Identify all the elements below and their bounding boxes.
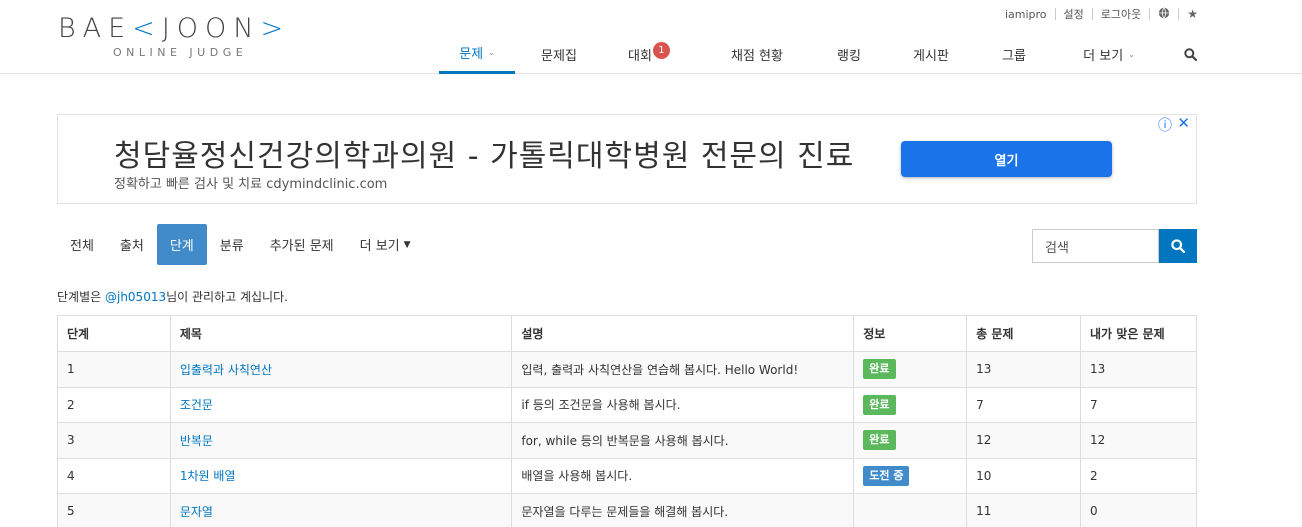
ad-title[interactable]: 청담율정신건강의학과의원 - 가톨릭대학병원 전문의 진료 bbox=[114, 131, 854, 175]
step-description: for, while 등의 반복문을 사용해 봅시다. bbox=[511, 422, 855, 459]
column-header: 정보 bbox=[853, 315, 968, 352]
step-title-link[interactable]: 입출력과 사칙연산 bbox=[180, 363, 272, 377]
ad-subtitle[interactable]: 정확하고 빠른 검사 및 치료 cdymindclinic.com bbox=[114, 173, 387, 192]
table-header-row: 단계 제목 설명 정보 총 문제 내가 맞은 문제 bbox=[57, 315, 1197, 352]
solved-count: 7 bbox=[1080, 386, 1197, 423]
ad-close-icon[interactable]: ✕ bbox=[1177, 114, 1190, 132]
nav-item-ranking[interactable]: 랭킹 bbox=[819, 34, 879, 74]
divider bbox=[1149, 8, 1151, 20]
problem-subnav: 전체 출처 단계 분류 추가된 문제 더 보기 ▼ bbox=[57, 224, 424, 265]
status-badge: 완료 bbox=[863, 359, 896, 380]
step-description: 문자열을 다루는 문제들을 해결해 봅시다. bbox=[511, 493, 855, 527]
nav-item-more[interactable]: 더 보기 ⌄ bbox=[1045, 34, 1173, 74]
caret-down-icon: ▼ bbox=[403, 239, 411, 250]
nav-item-status[interactable]: 채점 현황 bbox=[695, 34, 819, 74]
search-icon bbox=[1171, 239, 1185, 253]
contest-count-badge: 1 bbox=[652, 41, 670, 59]
problem-search-button[interactable] bbox=[1159, 229, 1197, 263]
tab-category[interactable]: 분류 bbox=[207, 224, 257, 265]
settings-link[interactable]: 설정 bbox=[1064, 6, 1084, 22]
divider bbox=[1091, 8, 1093, 20]
solved-count: 2 bbox=[1080, 457, 1197, 494]
logo-subtitle: ONLINE JUDGE bbox=[113, 46, 248, 59]
step-title-link[interactable]: 문자열 bbox=[180, 505, 213, 519]
nav-item-contests[interactable]: 대회 1 bbox=[603, 34, 695, 74]
nav-item-groups[interactable]: 그룹 bbox=[983, 34, 1045, 74]
divider bbox=[1054, 8, 1056, 20]
step-number: 1 bbox=[57, 351, 171, 388]
chevron-down-icon: ⌄ bbox=[488, 48, 495, 57]
username-link[interactable]: iamipro bbox=[1005, 8, 1047, 21]
column-header: 단계 bbox=[57, 315, 171, 352]
logout-link[interactable]: 로그아웃 bbox=[1101, 6, 1141, 22]
star-icon[interactable]: ★ bbox=[1187, 7, 1198, 21]
manager-notice: 단계별은 @jh05013님이 관리하고 계십니다. bbox=[57, 290, 288, 304]
column-header: 내가 맞은 문제 bbox=[1080, 315, 1197, 352]
table-row: 5 문자열 문자열을 다루는 문제들을 해결해 봅시다. 11 0 bbox=[57, 493, 1197, 527]
table-row: 1 입출력과 사칙연산 입력, 출력과 사칙연산을 연습해 봅시다. Hello… bbox=[57, 351, 1197, 388]
chevron-down-icon: ⌄ bbox=[1128, 49, 1135, 59]
status-badge: 완료 bbox=[863, 394, 896, 415]
search-icon bbox=[1183, 47, 1197, 61]
step-title-link[interactable]: 조건문 bbox=[180, 398, 213, 412]
step-number: 3 bbox=[57, 422, 171, 459]
tab-added-problems[interactable]: 추가된 문제 bbox=[257, 224, 347, 265]
total-count: 11 bbox=[966, 493, 1082, 527]
tab-all[interactable]: 전체 bbox=[57, 224, 107, 265]
status-cell bbox=[853, 493, 968, 527]
globe-icon[interactable] bbox=[1158, 7, 1170, 22]
tab-step[interactable]: 단계 bbox=[156, 224, 207, 265]
divider bbox=[1178, 8, 1180, 20]
table-row: 4 1차원 배열 배열을 사용해 봅시다. 도전 중 10 2 bbox=[57, 457, 1197, 494]
total-count: 12 bbox=[966, 422, 1082, 459]
column-header: 제목 bbox=[169, 315, 513, 352]
step-number: 4 bbox=[57, 457, 171, 494]
solved-count: 0 bbox=[1080, 493, 1197, 527]
ad-open-button[interactable]: 열기 bbox=[901, 141, 1112, 177]
tab-source[interactable]: 출처 bbox=[107, 224, 157, 265]
table-row: 2 조건문 if 등의 조건문을 사용해 봅시다. 완료 7 7 bbox=[57, 386, 1197, 423]
nav-item-workbooks[interactable]: 문제집 bbox=[515, 34, 603, 74]
step-description: 입력, 출력과 사칙연산을 연습해 봅시다. Hello World! bbox=[511, 351, 855, 388]
step-title-link[interactable]: 반복문 bbox=[180, 434, 213, 448]
total-count: 7 bbox=[966, 386, 1082, 423]
step-table: 단계 제목 설명 정보 총 문제 내가 맞은 문제 1 입출력과 사칙연산 입력… bbox=[57, 315, 1197, 527]
step-title-link[interactable]: 1차원 배열 bbox=[180, 469, 236, 483]
step-number: 5 bbox=[57, 493, 171, 527]
solved-count: 12 bbox=[1080, 422, 1197, 459]
manager-user-link[interactable]: @jh05013 bbox=[105, 290, 166, 304]
ad-info-icon[interactable]: ⓘ bbox=[1158, 115, 1172, 135]
tab-more[interactable]: 더 보기 ▼ bbox=[347, 224, 424, 265]
site-logo[interactable]: BAE<JOON> ONLINE JUDGE bbox=[58, 14, 308, 62]
main-nav: 문제 ⌄ 문제집 대회 1 채점 현황 랭킹 게시판 그룹 더 보기 ⌄ bbox=[439, 34, 1207, 74]
user-topbar: iamipro 설정 로그아웃 ★ bbox=[1005, 6, 1198, 22]
total-count: 13 bbox=[966, 351, 1082, 388]
nav-item-problems[interactable]: 문제 ⌄ bbox=[439, 34, 515, 74]
step-description: if 등의 조건문을 사용해 봅시다. bbox=[511, 386, 855, 423]
status-badge: 도전 중 bbox=[863, 465, 910, 486]
nav-item-board[interactable]: 게시판 bbox=[879, 34, 983, 74]
solved-count: 13 bbox=[1080, 351, 1197, 388]
table-row: 3 반복문 for, while 등의 반복문을 사용해 봅시다. 완료 12 … bbox=[57, 422, 1197, 459]
column-header: 총 문제 bbox=[966, 315, 1082, 352]
nav-search-button[interactable] bbox=[1173, 34, 1207, 74]
logo-wordmark: BAE<JOON> bbox=[58, 13, 291, 44]
problem-search-input[interactable]: 검색 bbox=[1032, 229, 1159, 263]
site-header: BAE<JOON> ONLINE JUDGE iamipro 설정 로그아웃 ★… bbox=[0, 0, 1302, 74]
step-description: 배열을 사용해 봅시다. bbox=[511, 457, 855, 494]
step-number: 2 bbox=[57, 386, 171, 423]
status-badge: 완료 bbox=[863, 430, 896, 451]
column-header: 설명 bbox=[511, 315, 855, 352]
ad-banner[interactable]: 청담율정신건강의학과의원 - 가톨릭대학병원 전문의 진료 정확하고 빠른 검사… bbox=[57, 114, 1197, 204]
total-count: 10 bbox=[966, 457, 1082, 494]
